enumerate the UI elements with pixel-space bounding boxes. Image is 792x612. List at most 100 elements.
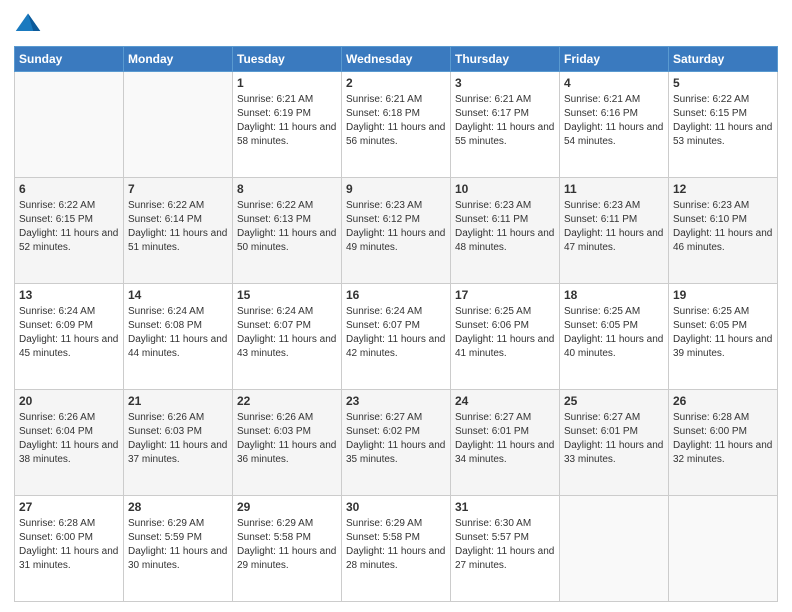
day-info: Daylight: 11 hours and 40 minutes. bbox=[564, 333, 664, 361]
day-info: Sunrise: 6:24 AM bbox=[237, 305, 337, 319]
day-info: Daylight: 11 hours and 39 minutes. bbox=[673, 333, 773, 361]
day-info: Sunrise: 6:29 AM bbox=[346, 517, 446, 531]
day-info: Sunset: 6:07 PM bbox=[346, 319, 446, 333]
day-info: Sunrise: 6:22 AM bbox=[237, 199, 337, 213]
day-header-tuesday: Tuesday bbox=[233, 47, 342, 72]
day-info: Daylight: 11 hours and 45 minutes. bbox=[19, 333, 119, 361]
day-info: Daylight: 11 hours and 56 minutes. bbox=[346, 121, 446, 149]
day-info: Sunset: 5:57 PM bbox=[455, 531, 555, 545]
day-info: Daylight: 11 hours and 51 minutes. bbox=[128, 227, 228, 255]
day-info: Sunset: 6:07 PM bbox=[237, 319, 337, 333]
day-info: Sunset: 6:16 PM bbox=[564, 107, 664, 121]
day-number: 23 bbox=[346, 393, 446, 410]
day-info: Sunset: 5:58 PM bbox=[346, 531, 446, 545]
calendar-cell: 1Sunrise: 6:21 AMSunset: 6:19 PMDaylight… bbox=[233, 72, 342, 178]
day-info: Daylight: 11 hours and 30 minutes. bbox=[128, 545, 228, 573]
day-info: Sunset: 6:17 PM bbox=[455, 107, 555, 121]
calendar-cell: 30Sunrise: 6:29 AMSunset: 5:58 PMDayligh… bbox=[342, 496, 451, 602]
calendar-cell bbox=[124, 72, 233, 178]
calendar-cell: 6Sunrise: 6:22 AMSunset: 6:15 PMDaylight… bbox=[15, 178, 124, 284]
day-info: Sunset: 6:15 PM bbox=[673, 107, 773, 121]
day-info: Sunset: 6:12 PM bbox=[346, 213, 446, 227]
calendar-cell: 12Sunrise: 6:23 AMSunset: 6:10 PMDayligh… bbox=[669, 178, 778, 284]
calendar-cell: 24Sunrise: 6:27 AMSunset: 6:01 PMDayligh… bbox=[451, 390, 560, 496]
calendar-cell: 29Sunrise: 6:29 AMSunset: 5:58 PMDayligh… bbox=[233, 496, 342, 602]
day-info: Sunrise: 6:27 AM bbox=[346, 411, 446, 425]
day-info: Sunrise: 6:26 AM bbox=[19, 411, 119, 425]
day-info: Sunrise: 6:21 AM bbox=[346, 93, 446, 107]
calendar-table: SundayMondayTuesdayWednesdayThursdayFrid… bbox=[14, 46, 778, 602]
day-header-saturday: Saturday bbox=[669, 47, 778, 72]
calendar-cell: 25Sunrise: 6:27 AMSunset: 6:01 PMDayligh… bbox=[560, 390, 669, 496]
day-number: 6 bbox=[19, 181, 119, 198]
day-info: Daylight: 11 hours and 38 minutes. bbox=[19, 439, 119, 467]
day-info: Daylight: 11 hours and 42 minutes. bbox=[346, 333, 446, 361]
calendar-cell: 2Sunrise: 6:21 AMSunset: 6:18 PMDaylight… bbox=[342, 72, 451, 178]
day-info: Sunset: 6:01 PM bbox=[455, 425, 555, 439]
day-info: Sunset: 6:00 PM bbox=[19, 531, 119, 545]
day-info: Daylight: 11 hours and 31 minutes. bbox=[19, 545, 119, 573]
day-info: Sunrise: 6:24 AM bbox=[19, 305, 119, 319]
day-info: Sunset: 6:00 PM bbox=[673, 425, 773, 439]
day-number: 10 bbox=[455, 181, 555, 198]
day-info: Sunset: 5:58 PM bbox=[237, 531, 337, 545]
day-info: Sunset: 6:18 PM bbox=[346, 107, 446, 121]
day-info: Sunrise: 6:29 AM bbox=[128, 517, 228, 531]
day-info: Daylight: 11 hours and 49 minutes. bbox=[346, 227, 446, 255]
calendar-cell: 23Sunrise: 6:27 AMSunset: 6:02 PMDayligh… bbox=[342, 390, 451, 496]
day-number: 14 bbox=[128, 287, 228, 304]
day-info: Sunrise: 6:23 AM bbox=[673, 199, 773, 213]
day-number: 18 bbox=[564, 287, 664, 304]
day-header-monday: Monday bbox=[124, 47, 233, 72]
day-header-wednesday: Wednesday bbox=[342, 47, 451, 72]
calendar-cell: 17Sunrise: 6:25 AMSunset: 6:06 PMDayligh… bbox=[451, 284, 560, 390]
day-number: 1 bbox=[237, 75, 337, 92]
day-info: Daylight: 11 hours and 52 minutes. bbox=[19, 227, 119, 255]
calendar-cell: 9Sunrise: 6:23 AMSunset: 6:12 PMDaylight… bbox=[342, 178, 451, 284]
day-header-thursday: Thursday bbox=[451, 47, 560, 72]
day-info: Daylight: 11 hours and 32 minutes. bbox=[673, 439, 773, 467]
calendar-week-row: 27Sunrise: 6:28 AMSunset: 6:00 PMDayligh… bbox=[15, 496, 778, 602]
day-info: Sunrise: 6:22 AM bbox=[128, 199, 228, 213]
day-number: 9 bbox=[346, 181, 446, 198]
day-number: 13 bbox=[19, 287, 119, 304]
day-info: Sunset: 6:08 PM bbox=[128, 319, 228, 333]
day-number: 26 bbox=[673, 393, 773, 410]
day-number: 22 bbox=[237, 393, 337, 410]
day-number: 20 bbox=[19, 393, 119, 410]
calendar-cell: 4Sunrise: 6:21 AMSunset: 6:16 PMDaylight… bbox=[560, 72, 669, 178]
day-info: Daylight: 11 hours and 46 minutes. bbox=[673, 227, 773, 255]
day-number: 5 bbox=[673, 75, 773, 92]
day-info: Sunrise: 6:25 AM bbox=[564, 305, 664, 319]
day-info: Daylight: 11 hours and 33 minutes. bbox=[564, 439, 664, 467]
day-info: Sunset: 6:15 PM bbox=[19, 213, 119, 227]
day-number: 12 bbox=[673, 181, 773, 198]
day-number: 27 bbox=[19, 499, 119, 516]
day-info: Sunrise: 6:24 AM bbox=[128, 305, 228, 319]
day-number: 15 bbox=[237, 287, 337, 304]
calendar-cell: 28Sunrise: 6:29 AMSunset: 5:59 PMDayligh… bbox=[124, 496, 233, 602]
day-info: Sunrise: 6:22 AM bbox=[19, 199, 119, 213]
day-info: Daylight: 11 hours and 48 minutes. bbox=[455, 227, 555, 255]
day-info: Sunset: 6:06 PM bbox=[455, 319, 555, 333]
day-number: 17 bbox=[455, 287, 555, 304]
day-header-sunday: Sunday bbox=[15, 47, 124, 72]
page-container: SundayMondayTuesdayWednesdayThursdayFrid… bbox=[0, 0, 792, 612]
day-info: Sunset: 6:04 PM bbox=[19, 425, 119, 439]
calendar-cell: 18Sunrise: 6:25 AMSunset: 6:05 PMDayligh… bbox=[560, 284, 669, 390]
calendar-cell: 16Sunrise: 6:24 AMSunset: 6:07 PMDayligh… bbox=[342, 284, 451, 390]
day-info: Sunrise: 6:29 AM bbox=[237, 517, 337, 531]
day-number: 31 bbox=[455, 499, 555, 516]
day-info: Sunrise: 6:24 AM bbox=[346, 305, 446, 319]
calendar-cell: 31Sunrise: 6:30 AMSunset: 5:57 PMDayligh… bbox=[451, 496, 560, 602]
calendar-cell: 3Sunrise: 6:21 AMSunset: 6:17 PMDaylight… bbox=[451, 72, 560, 178]
day-info: Sunset: 6:05 PM bbox=[673, 319, 773, 333]
day-info: Daylight: 11 hours and 34 minutes. bbox=[455, 439, 555, 467]
day-info: Daylight: 11 hours and 41 minutes. bbox=[455, 333, 555, 361]
day-info: Sunrise: 6:26 AM bbox=[237, 411, 337, 425]
day-info: Sunrise: 6:21 AM bbox=[455, 93, 555, 107]
calendar-week-row: 1Sunrise: 6:21 AMSunset: 6:19 PMDaylight… bbox=[15, 72, 778, 178]
day-info: Sunrise: 6:21 AM bbox=[237, 93, 337, 107]
calendar-header-row: SundayMondayTuesdayWednesdayThursdayFrid… bbox=[15, 47, 778, 72]
calendar-cell: 7Sunrise: 6:22 AMSunset: 6:14 PMDaylight… bbox=[124, 178, 233, 284]
